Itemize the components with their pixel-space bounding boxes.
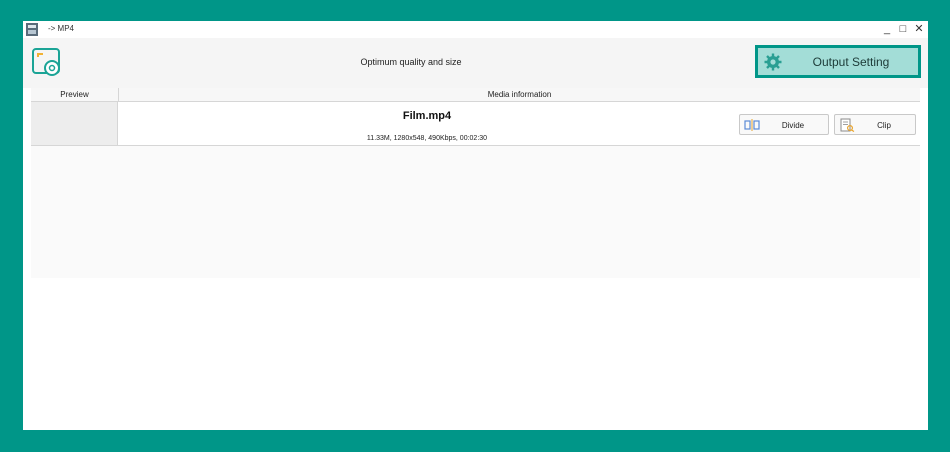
column-header-preview: Preview [60, 90, 89, 99]
preview-thumbnail [31, 102, 118, 145]
output-setting-button[interactable]: Output Setting [755, 45, 921, 78]
table-row[interactable]: Film.mp4 11.33M, 1280x548, 490Kbps, 00:0… [31, 102, 920, 146]
app-window: -> MP4 _ □ ✕ Optimum quality and size Ou… [23, 21, 928, 430]
clip-label: Clip [877, 121, 891, 130]
divide-button[interactable]: Divide [739, 114, 829, 135]
column-header-media-information: Media information [487, 90, 552, 99]
minimize-button[interactable]: _ [879, 21, 895, 38]
gear-icon [764, 53, 782, 71]
maximize-button[interactable]: □ [895, 21, 911, 38]
quality-label: Optimum quality and size [360, 57, 462, 67]
close-button[interactable]: ✕ [911, 21, 927, 38]
table-header: Preview Media information [31, 88, 920, 102]
window-title: -> MP4 [48, 24, 75, 33]
app-icon [26, 23, 38, 36]
divide-icon [744, 119, 760, 131]
file-name: Film.mp4 [402, 110, 452, 122]
divide-label: Divide [781, 121, 805, 130]
clip-button[interactable]: Clip [834, 114, 916, 135]
media-table: Preview Media information Film.mp4 11.33… [31, 88, 920, 278]
file-meta: 11.33M, 1280x548, 490Kbps, 00:02:30 [366, 135, 488, 142]
output-setting-label: Output Setting [812, 55, 890, 69]
title-bar: -> MP4 _ □ ✕ [23, 21, 928, 38]
clip-icon [840, 118, 855, 132]
